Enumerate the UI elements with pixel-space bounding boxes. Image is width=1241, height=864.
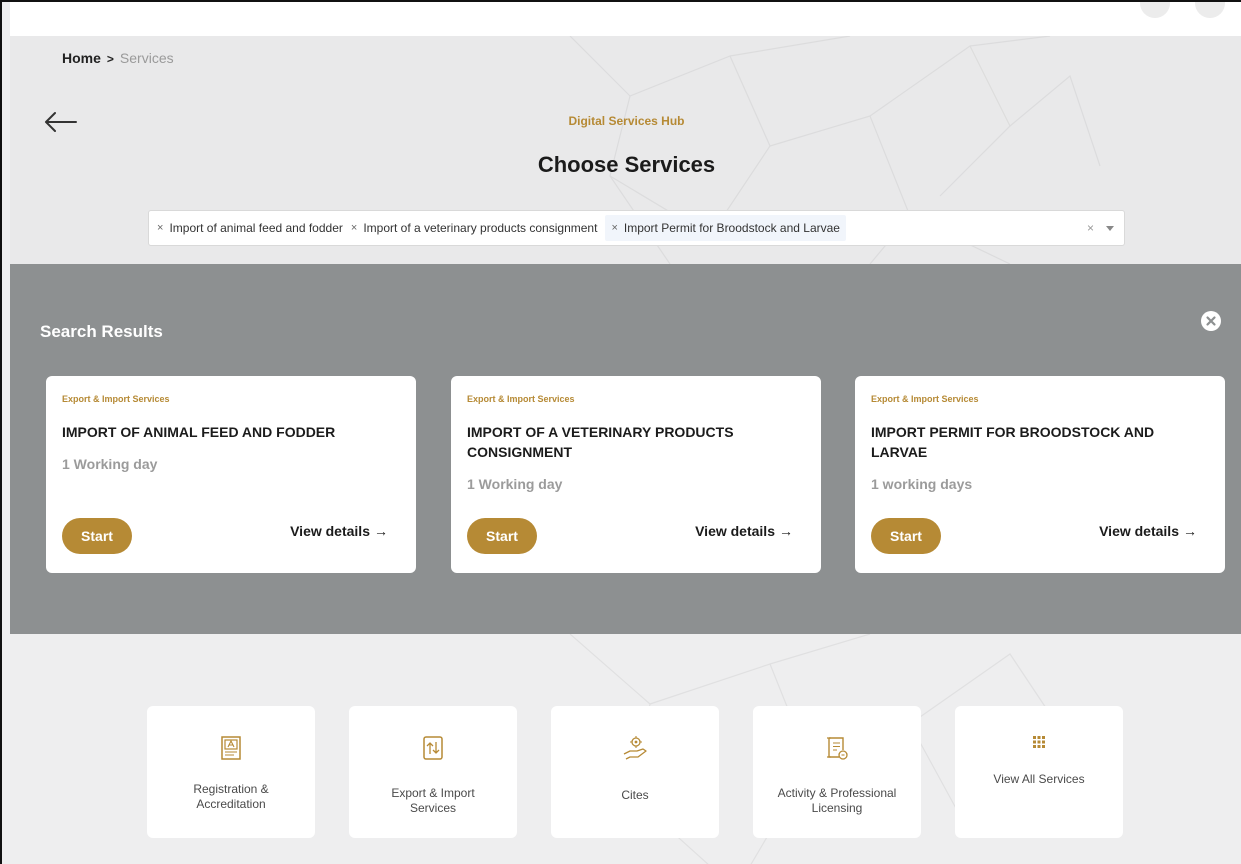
tile-label-line: Licensing xyxy=(811,801,863,815)
select-controls: × xyxy=(1087,221,1114,235)
service-duration: 1 Working day xyxy=(62,456,158,472)
breadcrumb-home[interactable]: Home xyxy=(62,50,101,66)
category-tile-registration[interactable]: Registration & Accreditation xyxy=(147,706,315,838)
arrow-right-icon: → xyxy=(374,523,388,539)
service-card: Export & Import Services IMPORT OF A VET… xyxy=(451,376,821,573)
chip-label: Import of animal feed and fodder xyxy=(169,221,343,235)
view-details-label: View details xyxy=(1099,523,1179,539)
accessibility-button[interactable] xyxy=(1140,2,1170,18)
start-button[interactable]: Start xyxy=(871,518,941,554)
clear-all-icon[interactable]: × xyxy=(1087,221,1094,235)
hero-section: Home > Services Digital Services Hub Choos… xyxy=(10,36,1241,264)
chip-remove-icon[interactable]: × xyxy=(157,222,163,234)
service-name[interactable]: IMPORT PERMIT FOR BROODSTOCK AND LARVAE xyxy=(871,422,1201,462)
category-tile-licensing[interactable]: Activity & Professional Licensing xyxy=(753,706,921,838)
tile-label: Export & Import Services xyxy=(359,786,507,816)
selected-chip: × Import Permit for Broodstock and Larva… xyxy=(605,215,846,241)
tile-label-line: Cites xyxy=(621,788,649,802)
hub-eyebrow: Digital Services Hub xyxy=(568,114,685,128)
arrow-right-icon: → xyxy=(779,523,793,539)
tile-label-line: Activity & Professional xyxy=(777,786,897,800)
top-bar xyxy=(10,2,1241,36)
close-icon xyxy=(1206,316,1216,326)
category-tile-view-all[interactable]: View All Services xyxy=(955,706,1123,838)
service-category: Export & Import Services xyxy=(62,394,170,404)
licensing-icon xyxy=(827,737,848,760)
export-import-icon xyxy=(423,736,443,760)
category-tile-export-import[interactable]: Export & Import Services xyxy=(349,706,517,838)
selected-chip: × Import of a veterinary products consig… xyxy=(351,221,598,235)
service-duration: 1 Working day xyxy=(467,476,563,492)
tile-label: View All Services xyxy=(965,772,1113,787)
tile-label-line: View All Services xyxy=(993,772,1085,786)
grid-icon xyxy=(1033,736,1045,748)
chip-label: Import Permit for Broodstock and Larvae xyxy=(623,221,840,235)
start-button[interactable]: Start xyxy=(62,518,132,554)
tile-label-line: Services xyxy=(409,801,456,815)
breadcrumb-separator: > xyxy=(106,52,114,66)
chip-remove-icon[interactable]: × xyxy=(611,222,617,234)
selected-chip: × Import of animal feed and fodder xyxy=(157,221,343,235)
language-button[interactable] xyxy=(1195,2,1225,18)
service-multiselect[interactable]: × Import of animal feed and fodder × Imp… xyxy=(148,210,1125,246)
service-name[interactable]: IMPORT OF A VETERINARY PRODUCTS CONSIGNM… xyxy=(467,422,797,462)
view-details-label: View details xyxy=(290,523,370,539)
view-details-label: View details xyxy=(695,523,775,539)
service-category: Export & Import Services xyxy=(467,394,575,404)
category-tile-cites[interactable]: Cites xyxy=(551,706,719,838)
service-name[interactable]: IMPORT OF ANIMAL FEED AND FODDER xyxy=(62,422,392,442)
service-category: Export & Import Services xyxy=(871,394,979,404)
registration-icon xyxy=(221,736,241,760)
breadcrumb-current: Services xyxy=(119,50,174,66)
search-results-title: Search Results xyxy=(40,322,163,341)
chip-label: Import of a veterinary products consignm… xyxy=(363,221,598,235)
tile-label-line: Accreditation xyxy=(196,797,266,811)
tile-label: Registration & Accreditation xyxy=(157,782,305,812)
breadcrumb: Home > Services xyxy=(62,50,174,66)
view-details-link[interactable]: View details → xyxy=(1099,523,1197,539)
close-results-button[interactable] xyxy=(1201,311,1221,331)
view-details-link[interactable]: View details → xyxy=(695,523,793,539)
start-button[interactable]: Start xyxy=(467,518,537,554)
tile-label-line: Export & Import xyxy=(391,786,475,800)
tile-label: Cites xyxy=(561,788,709,803)
search-results-panel: Search Results Export & Import Services … xyxy=(10,264,1241,634)
page-title: Choose Services xyxy=(537,152,716,177)
service-card: Export & Import Services IMPORT PERMIT F… xyxy=(855,376,1225,573)
cites-icon xyxy=(623,736,647,760)
categories-section: Registration & Accreditation Export & Im… xyxy=(10,634,1241,864)
arrow-right-icon: → xyxy=(1183,523,1197,539)
view-details-link[interactable]: View details → xyxy=(290,523,388,539)
page: Home > Services Digital Services Hub Choos… xyxy=(0,0,1241,864)
tile-label: Activity & Professional Licensing xyxy=(763,786,911,816)
service-card: Export & Import Services IMPORT OF ANIMA… xyxy=(46,376,416,573)
service-duration: 1 working days xyxy=(871,476,973,492)
chip-remove-icon[interactable]: × xyxy=(351,222,357,234)
chevron-down-icon[interactable] xyxy=(1106,225,1114,231)
tile-label-line: Registration & xyxy=(193,782,269,796)
